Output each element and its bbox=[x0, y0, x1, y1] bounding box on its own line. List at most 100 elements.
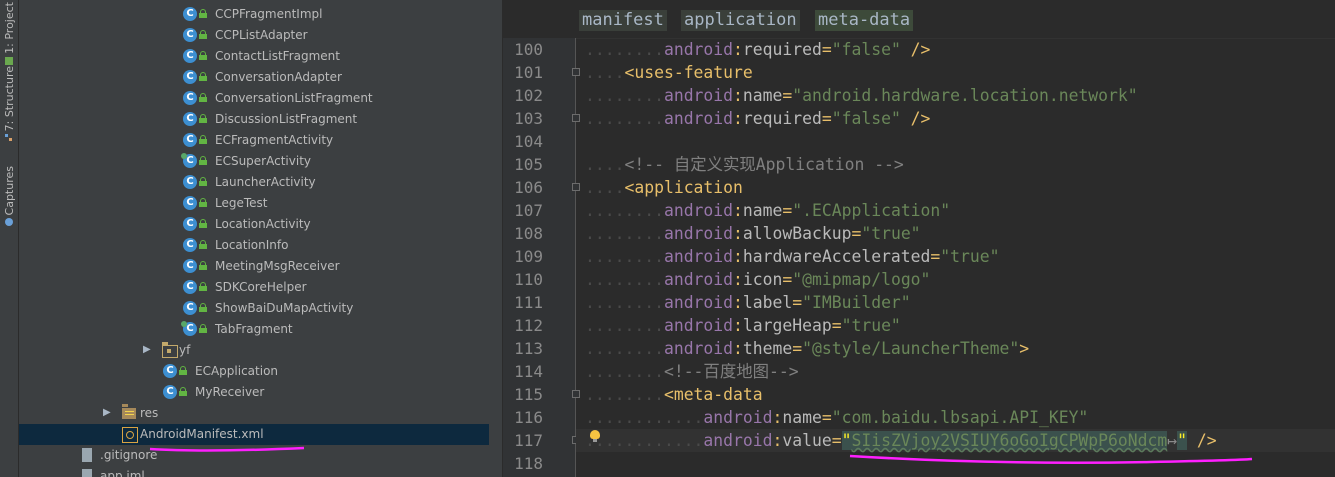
tree-item[interactable]: SDKCoreHelper bbox=[19, 277, 502, 298]
structure-tool-tab[interactable]: 7: Structure bbox=[0, 66, 18, 145]
code-token-ns: android bbox=[663, 339, 734, 358]
indent-guide: ............ bbox=[585, 431, 704, 450]
tree-item-label: ConversationAdapter bbox=[215, 70, 342, 84]
tree-item[interactable]: DiscussionListFragment bbox=[19, 109, 502, 130]
class-icon bbox=[183, 28, 197, 42]
line-number: 101 bbox=[514, 63, 543, 82]
code-token-val: "true" bbox=[841, 316, 901, 335]
code-token-attr: value bbox=[782, 431, 832, 450]
tree-item[interactable]: CCPListAdapter bbox=[19, 25, 502, 46]
code-token-attr: largeHeap bbox=[742, 316, 832, 335]
code-token-tag: <meta-data bbox=[663, 385, 763, 404]
code-token-val: "false" bbox=[831, 109, 901, 128]
tree-item[interactable]: ECApplication bbox=[19, 361, 502, 382]
code-token-punct: = bbox=[821, 109, 832, 128]
code-line: ........android:required="false" /> bbox=[585, 107, 930, 130]
class-icon bbox=[183, 259, 197, 273]
tree-item[interactable]: LegeTest bbox=[19, 193, 502, 214]
fold-marker-icon[interactable] bbox=[572, 390, 580, 398]
fold-marker-icon[interactable] bbox=[572, 183, 580, 191]
code-token-val: "android.hardware.location.network" bbox=[792, 86, 1138, 105]
tree-item-label: ECSuperActivity bbox=[215, 154, 311, 168]
fold-marker-icon[interactable] bbox=[572, 68, 580, 76]
tree-item[interactable]: ECSuperActivity bbox=[19, 151, 502, 172]
indent-guide: .... bbox=[585, 155, 625, 174]
line-number: 116 bbox=[514, 408, 543, 427]
code-token-cmt: <!--百度地图--> bbox=[663, 362, 799, 381]
tree-item[interactable]: LocationInfo bbox=[19, 235, 502, 256]
lock-icon bbox=[199, 324, 207, 333]
project-tree: CCPFragmentImpl CCPListAdapter ContactList… bbox=[19, 0, 503, 477]
breadcrumb-application[interactable]: application bbox=[681, 10, 800, 31]
code-token-punct: : bbox=[772, 408, 783, 427]
indent-guide: ........ bbox=[585, 86, 664, 105]
tree-item[interactable]: ConversationListFragment bbox=[19, 88, 502, 109]
lock-icon bbox=[199, 135, 207, 144]
code-token-punct: : bbox=[772, 431, 783, 450]
tree-item-label: ConversationListFragment bbox=[215, 91, 373, 105]
tree-item[interactable]: ECFragmentActivity bbox=[19, 130, 502, 151]
code-token-attr: hardwareAccelerated bbox=[742, 247, 931, 266]
breadcrumb-manifest[interactable]: manifest bbox=[579, 10, 667, 31]
code-line: ........android:name="android.hardware.l… bbox=[585, 84, 1138, 107]
line-number: 114 bbox=[514, 362, 543, 381]
tree-item[interactable]: LauncherActivity bbox=[19, 172, 502, 193]
line-number: 113 bbox=[514, 339, 543, 358]
code-token-attr: label bbox=[742, 293, 793, 312]
tree-item-label: AndroidManifest.xml bbox=[140, 427, 264, 441]
code-token-punct: = bbox=[782, 86, 793, 105]
code-token-attr: required bbox=[742, 109, 822, 128]
indent-guide: ........ bbox=[585, 362, 664, 381]
tree-item-label: res bbox=[140, 406, 159, 420]
lock-icon bbox=[199, 93, 207, 102]
tree-item[interactable]: MyReceiver bbox=[19, 382, 502, 403]
tree-item[interactable]: ShowBaiDuMapActivity bbox=[19, 298, 502, 319]
tree-item[interactable]: ▶ yf bbox=[19, 340, 502, 361]
code-token-punct: = bbox=[821, 40, 832, 59]
tree-item[interactable]: LocationActivity bbox=[19, 214, 502, 235]
tree-item[interactable]: TabFragment bbox=[19, 319, 502, 340]
class-icon bbox=[183, 49, 197, 63]
lightbulb-icon[interactable] bbox=[590, 430, 600, 442]
indent-guide: .... bbox=[585, 178, 625, 197]
indent-guide: ........ bbox=[585, 316, 664, 335]
lock-icon bbox=[199, 114, 207, 123]
lock-icon bbox=[199, 177, 207, 186]
captures-icon bbox=[5, 218, 13, 227]
tool-window-strip: 1: Project 7: Structure Captures bbox=[0, 0, 19, 477]
captures-tool-tab[interactable]: Captures bbox=[0, 166, 18, 229]
code-editor[interactable]: manifest application meta-data 100 101 102… bbox=[503, 0, 1335, 477]
tree-item[interactable]: .gitignore bbox=[19, 445, 502, 466]
tree-item[interactable]: ConversationAdapter bbox=[19, 67, 502, 88]
tree-item[interactable]: AndroidManifest.xml bbox=[19, 424, 502, 445]
code-token-attr: name bbox=[742, 86, 783, 105]
project-tool-tab-label: 1: Project bbox=[2, 2, 16, 54]
code-token-tag: <uses-feature bbox=[624, 63, 753, 82]
lock-icon bbox=[199, 51, 207, 60]
class-icon bbox=[183, 238, 197, 252]
tree-item[interactable]: MeetingMsgReceiver bbox=[19, 256, 502, 277]
line-number: 100 bbox=[514, 40, 543, 59]
tree-item[interactable]: CCPFragmentImpl bbox=[19, 4, 502, 25]
tree-item[interactable]: ▶ res bbox=[19, 403, 502, 424]
expand-arrow-icon[interactable]: ▶ bbox=[143, 344, 151, 355]
code-token-punct: : bbox=[733, 224, 743, 243]
code-token-val: "false" bbox=[831, 40, 901, 59]
code-token-punct: = bbox=[930, 247, 941, 266]
fold-marker-icon[interactable] bbox=[572, 114, 580, 122]
expand-arrow-icon[interactable]: ▶ bbox=[103, 407, 111, 418]
tree-item[interactable]: ContactListFragment bbox=[19, 46, 502, 67]
project-tool-tab[interactable]: 1: Project bbox=[0, 2, 18, 68]
code-token-punct: : bbox=[733, 201, 743, 220]
tree-item-label: LegeTest bbox=[215, 196, 268, 210]
code-token-cmt: <!-- 自定义实现Application --> bbox=[624, 155, 904, 174]
tree-item-label: CCPListAdapter bbox=[215, 28, 308, 42]
code-token-attr: required bbox=[742, 40, 822, 59]
code-token-ns: android bbox=[663, 270, 734, 289]
code-token-punct: /> bbox=[900, 40, 931, 59]
lock-icon bbox=[199, 156, 207, 165]
code-line: ............android:name="com.baidu.lbsa… bbox=[585, 406, 1088, 429]
tree-item[interactable]: app.iml bbox=[19, 466, 502, 477]
code-token-ns: android bbox=[663, 224, 734, 243]
breadcrumb-meta-data[interactable]: meta-data bbox=[815, 10, 914, 31]
